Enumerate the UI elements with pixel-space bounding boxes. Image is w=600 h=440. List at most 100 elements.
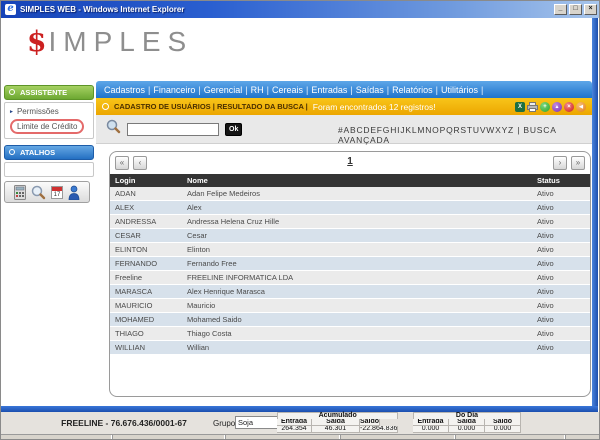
menu-separator: | bbox=[148, 85, 150, 95]
menu-item[interactable]: Financeiro| bbox=[153, 85, 203, 95]
notice-bar: CADASTRO DE USUÁRIOS | RESULTADO DA BUSC… bbox=[96, 98, 592, 115]
menu-item-label[interactable]: Gerencial bbox=[204, 85, 243, 95]
user-icon[interactable] bbox=[68, 185, 80, 200]
cell-status: Ativo bbox=[532, 257, 590, 271]
menu-item[interactable]: Cereais| bbox=[272, 85, 311, 95]
sidebar-item-limite-de-credito[interactable]: Limite de Crédito bbox=[7, 117, 91, 135]
current-page-number[interactable]: 1 bbox=[110, 156, 590, 167]
menu-item[interactable]: Entradas| bbox=[311, 85, 355, 95]
menu-item[interactable]: RH| bbox=[251, 85, 272, 95]
menu-item[interactable]: Gerencial| bbox=[204, 85, 251, 95]
menu-item-label[interactable]: Entradas bbox=[311, 85, 347, 95]
table-header-row: Login Nome Status bbox=[110, 174, 590, 187]
table-row[interactable]: WILLIAN Willian Ativo bbox=[110, 341, 590, 355]
menu-item-label[interactable]: Cadastros bbox=[104, 85, 145, 95]
cell-status: Ativo bbox=[532, 201, 590, 215]
header-login[interactable]: Login bbox=[110, 174, 182, 187]
alphabet-letters[interactable]: #ABCDEFGHIJKLMNOPQRSTUVWXYZ bbox=[338, 125, 514, 135]
table-body: ADAN Adan Felipe Medeiros Ativo ALEX Ale… bbox=[110, 187, 590, 355]
cell-login: ELINTON bbox=[110, 243, 182, 257]
search-icon bbox=[106, 119, 121, 139]
add-record-icon[interactable]: + bbox=[540, 102, 550, 112]
table-row[interactable]: THIAGO Thiago Costa Ativo bbox=[110, 327, 590, 341]
header-status[interactable]: Status bbox=[532, 174, 590, 187]
menu-item-label[interactable]: Cereais bbox=[272, 85, 303, 95]
search-ok-button[interactable]: Ok bbox=[225, 123, 242, 136]
status-segment bbox=[1, 435, 113, 440]
table-row[interactable]: ANDRESSA Andressa Helena Cruz Hille Ativ… bbox=[110, 215, 590, 229]
cell-nome: Adan Felipe Medeiros bbox=[182, 187, 532, 201]
menu-item-label[interactable]: Relatórios bbox=[392, 85, 433, 95]
acumulado-table: Acumulado EntradaSaídaSaldo 264.35446.30… bbox=[277, 412, 398, 433]
maximize-button[interactable]: □ bbox=[569, 4, 582, 15]
menu-item-label[interactable]: RH bbox=[251, 85, 264, 95]
search-shortcut-icon[interactable] bbox=[31, 185, 46, 200]
alphabet-separator: | bbox=[514, 125, 523, 135]
do-dia-headers: EntradaSaídaSaldo bbox=[413, 419, 521, 426]
browser-window: e SIMPLES WEB - Windows Internet Explore… bbox=[0, 0, 600, 440]
table-row[interactable]: FERNANDO Fernando Free Ativo bbox=[110, 257, 590, 271]
back-icon[interactable]: ◀ bbox=[576, 102, 586, 112]
sidebar-header-atalhos[interactable]: ATALHOS bbox=[4, 145, 94, 160]
calculator-icon[interactable] bbox=[14, 185, 26, 200]
alphabet-filter: #ABCDEFGHIJKLMNOPQRSTUVWXYZ | BUSCA AVAN… bbox=[338, 125, 592, 145]
cell-nome: Andressa Helena Cruz Hille bbox=[182, 215, 532, 229]
results-card: « ‹ 1 › » Login Nome Status ADAN Adan Fe… bbox=[109, 151, 591, 397]
table-row[interactable]: Freeline FREELINE INFORMATICA LDA Ativo bbox=[110, 271, 590, 285]
info-ring-icon bbox=[102, 103, 109, 110]
calendar-icon[interactable]: 17 bbox=[51, 186, 63, 199]
sidebar: ASSISTENTE ► Permissões Limite de Crédit… bbox=[4, 85, 94, 203]
move-up-icon[interactable]: ▲ bbox=[552, 102, 562, 112]
menu-item-label[interactable]: Financeiro bbox=[153, 85, 195, 95]
header-nome[interactable]: Nome bbox=[182, 174, 532, 187]
menu-item[interactable]: Relatórios| bbox=[392, 85, 441, 95]
table-row[interactable]: ADAN Adan Felipe Medeiros Ativo bbox=[110, 187, 590, 201]
window-frame-right bbox=[592, 18, 598, 412]
table-row[interactable]: MARASCA Alex Henrique Marasca Ativo bbox=[110, 285, 590, 299]
do-dia-table: Do Dia EntradaSaídaSaldo 0.0000.0000.000 bbox=[413, 412, 521, 433]
minimize-button[interactable]: _ bbox=[554, 4, 567, 15]
mini-value-cell: 46.301 bbox=[312, 426, 360, 433]
cell-login: MARASCA bbox=[110, 285, 182, 299]
table-row[interactable]: MAURICIO Mauricio Ativo bbox=[110, 299, 590, 313]
mini-header-cell: Saída bbox=[449, 419, 485, 426]
cell-nome: Mauricio bbox=[182, 299, 532, 313]
table-row[interactable]: ELINTON Elinton Ativo bbox=[110, 243, 590, 257]
cell-login: Freeline bbox=[110, 271, 182, 285]
menu-item[interactable]: Saídas| bbox=[356, 85, 392, 95]
table-row[interactable]: CESAR Cesar Ativo bbox=[110, 229, 590, 243]
menu-item[interactable]: Cadastros| bbox=[104, 85, 153, 95]
mini-header-cell: Entrada bbox=[277, 419, 312, 426]
excel-export-icon[interactable]: X bbox=[515, 102, 525, 112]
search-input[interactable] bbox=[127, 123, 219, 136]
sidebar-item-permissoes[interactable]: ► Permissões bbox=[7, 106, 91, 117]
cell-login: ANDRESSA bbox=[110, 215, 182, 229]
mini-header-cell: Saída bbox=[312, 419, 360, 426]
mini-header-cell: Saldo bbox=[360, 419, 380, 426]
cell-login: ADAN bbox=[110, 187, 182, 201]
menu-item[interactable]: Utilitários| bbox=[441, 85, 486, 95]
acumulado-headers: EntradaSaídaSaldo bbox=[277, 419, 398, 426]
delete-icon[interactable]: × bbox=[564, 102, 574, 112]
next-page-button[interactable]: › bbox=[553, 156, 567, 170]
acumulado-values: 264.35446.301-22.864.836 bbox=[277, 426, 398, 433]
cell-status: Ativo bbox=[532, 271, 590, 285]
menu-separator: | bbox=[245, 85, 247, 95]
menu-item-label[interactable]: Utilitários bbox=[441, 85, 478, 95]
internet-explorer-icon: e bbox=[5, 4, 16, 15]
cell-nome: Willian bbox=[182, 341, 532, 355]
close-button[interactable]: × bbox=[584, 4, 597, 15]
last-page-button[interactable]: » bbox=[571, 156, 585, 170]
menu-item-label[interactable]: Saídas bbox=[356, 85, 384, 95]
sidebar-header-assistente[interactable]: ASSISTENTE bbox=[4, 85, 94, 100]
mini-header-cell: Entrada bbox=[413, 419, 449, 426]
logo-text: IMPLES bbox=[48, 26, 193, 57]
cell-login: FERNANDO bbox=[110, 257, 182, 271]
company-identifier: FREELINE - 76.676.436/0001-67 bbox=[29, 412, 219, 434]
table-row[interactable]: MOHAMED Mohamed Saido Ativo bbox=[110, 313, 590, 327]
limite-de-credito-annotation[interactable]: Limite de Crédito bbox=[10, 119, 84, 134]
title-bar[interactable]: e SIMPLES WEB - Windows Internet Explore… bbox=[1, 1, 600, 18]
table-row[interactable]: ALEX Alex Ativo bbox=[110, 201, 590, 215]
print-icon[interactable] bbox=[527, 102, 538, 112]
permissoes-label: Permissões bbox=[17, 107, 59, 116]
